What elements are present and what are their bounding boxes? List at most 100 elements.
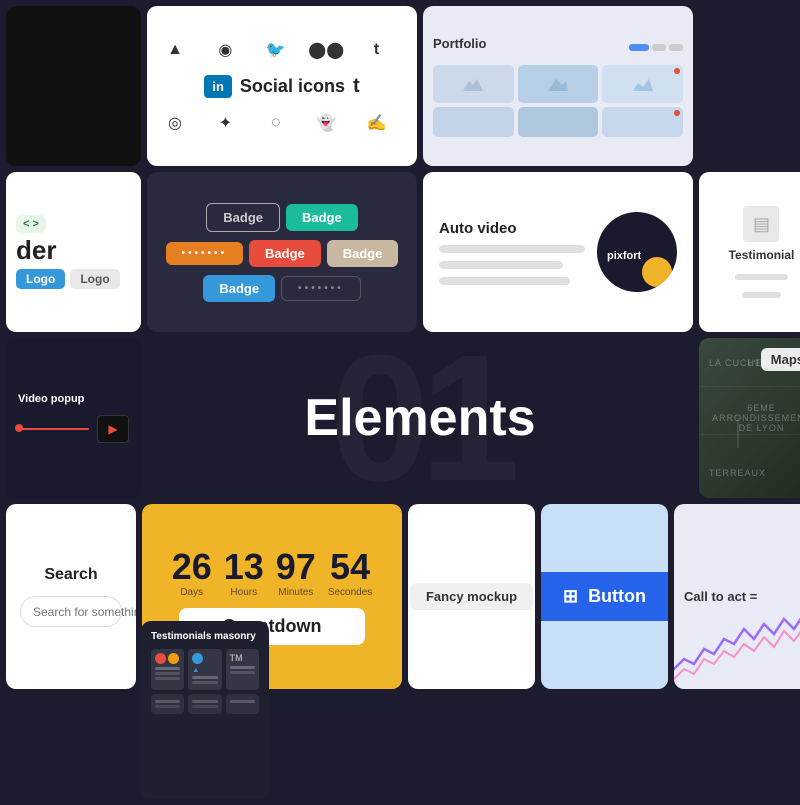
social-icons-label: Social icons [240,76,345,97]
call-to-act-label: Call to act = [684,589,757,604]
button-label: Button [588,586,646,607]
social-icon-tumblr: t [361,34,393,66]
search-title: Search [20,566,122,584]
video-play-btn[interactable]: ▶ [97,415,129,443]
card-button: ⊞ Button [541,504,668,689]
countdown-seconds-lbl: Secondes [328,587,372,598]
search-input-wrap[interactable]: 🔍 [20,596,122,627]
maps-text-3: 6EME ARRONDISSEMENT DE LYON [712,403,800,433]
search-input[interactable] [33,605,136,619]
auto-video-thumb: pixfort [597,212,677,292]
badge-green[interactable]: Badge [286,204,358,231]
slider-title: der [16,237,56,263]
countdown-days-num: 26 [172,549,212,585]
slider-logo-grey: Logo [70,269,119,289]
social-icon-snapchat: 👻 [310,107,342,139]
portfolio-thumb-3 [602,65,683,103]
social-icon-flickr: ⬤⬤ [310,34,342,66]
countdown-days: 26 Days [172,549,212,598]
countdown-seconds: 54 Secondes [328,549,372,598]
portfolio-thumb-4 [433,107,514,137]
auto-video-label: Auto video [439,220,585,237]
button-blue[interactable]: ⊞ Button [541,572,668,621]
badge-blue[interactable]: Badge [203,275,275,302]
countdown-numbers: 26 Days 13 Hours 97 Minutes 54 Secondes [172,549,373,598]
tm-line [155,667,180,670]
portfolio-tab-1[interactable] [652,44,666,51]
card-testimonial: ▤ Testimonial [699,172,800,332]
card-video-preview [6,6,141,166]
card-call-to-act: Call to act = [674,504,800,689]
maps-text-4: TERREAUX [709,468,766,478]
countdown-seconds-num: 54 [330,549,370,585]
tm-line [155,677,180,680]
countdown-days-lbl: Days [180,587,203,598]
tm-card-5 [188,694,221,714]
button-icon: ⊞ [563,586,578,607]
main-grid: ▲ ◉ 🐦 ⬤⬤ t in Social icons t ◎ ✦ ◌ 👻 ✍ [0,0,800,805]
social-icon-twitter: 🐦 [260,34,292,66]
countdown-minutes: 97 Minutes [276,549,316,598]
tm-card-6 [226,694,259,714]
tm-triangle: ▲ [192,667,217,674]
badge-tan[interactable]: Badge [327,240,399,267]
testimonial-label: Testimonial [729,248,795,262]
tm-line [155,672,180,675]
portfolio-thumb-5 [518,107,599,137]
tm-line [192,681,217,684]
card-testimonials-masonry: Testimonials masonry ▲ TM [141,621,269,799]
badge-red[interactable]: Badge [249,240,321,267]
tm-icon-blue [192,653,203,664]
social-icon-deviantart: ✦ [209,107,241,139]
social-icon-dribbble: ◉ [209,34,241,66]
tm-card-3: TM [226,649,259,690]
video-popup-label: Video popup [18,393,129,405]
countdown-hours-num: 13 [224,549,264,585]
badge-dots-outline[interactable]: ••••••• [281,276,361,301]
social-icon-arch: ▲ [159,34,191,66]
social-icon-whatsapp: ◌ [260,107,292,139]
card-social-icons: ▲ ◉ 🐦 ⬤⬤ t in Social icons t ◎ ✦ ◌ 👻 ✍ [147,6,417,166]
testimonials-masonry-grid-row2 [151,694,259,714]
testimonials-masonry-label: Testimonials masonry [151,631,259,642]
maps-label: Maps [761,348,800,371]
card-elements: 01 Elements [147,338,693,498]
card-search: Search 🔍 [6,504,136,689]
card-empty-top [699,6,800,166]
card-auto-video: Auto video pixfort [423,172,693,332]
card-slider: <> der Logo Logo [6,172,141,332]
portfolio-label: Portfolio [433,36,486,51]
slider-logo-blue: Logo [16,269,65,289]
countdown-minutes-num: 97 [276,549,316,585]
row4-wrapper: Search 🔍 26 Days 13 Hours 97 Minutes [6,504,800,689]
social-icon-chrome: ◎ [159,107,191,139]
row4-right: Fancy mockup ⊞ Button [408,504,668,689]
tm-trademark: TM [230,653,255,663]
card-maps: LA CUCHERE L'INDUSTRIE 6EME ARRONDISSEME… [699,338,800,498]
card-badges: Badge Badge ••••••• Badge Badge Badge ••… [147,172,417,332]
tm-icon-orange [168,653,179,664]
badge-dots[interactable]: ••••••• [166,242,244,265]
card-fancy-mockup: Fancy mockup [408,504,535,689]
testimonial-icon: ▤ [743,206,779,242]
tm-icon-red [155,653,166,664]
tm-line [230,671,255,674]
portfolio-tab-active[interactable] [629,44,649,51]
social-icon-linkedin: in [204,75,232,98]
pixfort-label: pixfort [607,250,641,262]
badge-outline-1[interactable]: Badge [206,203,280,232]
countdown-minutes-lbl: Minutes [278,587,313,598]
tm-line [192,676,217,679]
social-icon-blogger: ✍ [361,107,393,139]
fancy-mockup-label: Fancy mockup [410,583,533,610]
portfolio-thumb-6 [602,107,683,137]
elements-title: Elements [304,388,535,448]
countdown-hours: 13 Hours [224,549,264,598]
tm-card-4 [151,694,184,714]
card-video-popup: Video popup ▶ [6,338,141,498]
call-to-act-wave [674,609,800,689]
portfolio-thumb-2 [518,65,599,103]
portfolio-tab-2[interactable] [669,44,683,51]
countdown-hours-lbl: Hours [230,587,257,598]
slider-code-badge: <> [16,215,46,233]
